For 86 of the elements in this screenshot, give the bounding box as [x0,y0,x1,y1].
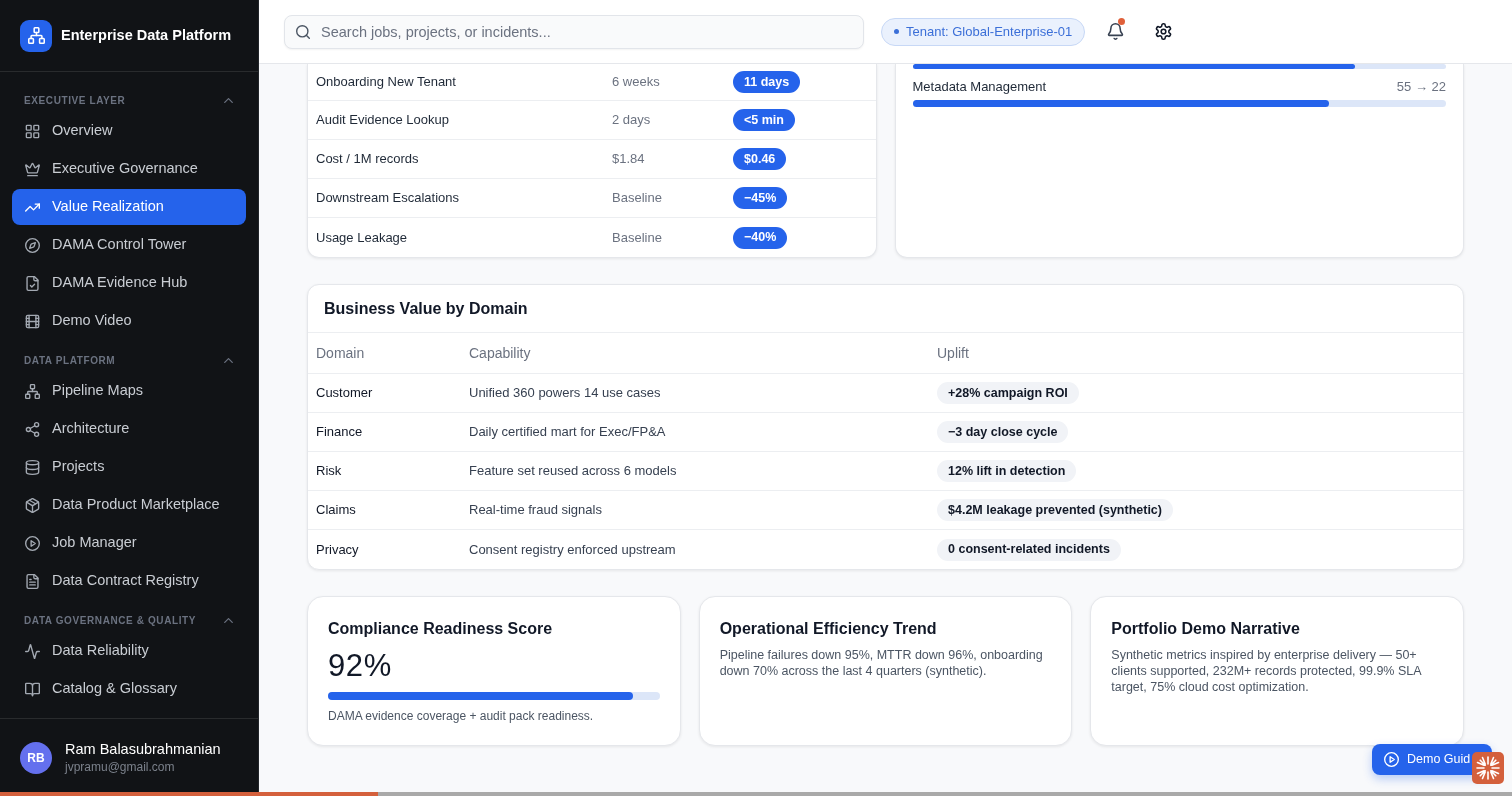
progress-track[interactable] [0,792,1512,796]
column-header: Capability [469,343,531,363]
film-icon [25,313,40,329]
book-icon [25,681,40,697]
sidebar-item[interactable]: Job Manager [12,525,246,561]
settings-icon [1154,23,1172,40]
table-cell-text: Baseline [612,228,662,247]
user-email: jvpramu@gmail.com [65,759,175,775]
table-cell-text: Customer [316,384,373,403]
card-title: Operational Efficiency Trend [719,619,938,639]
uplift-badge: +28% campaign ROI [937,382,1079,404]
tenant-selector-button[interactable]: Tenant: Global-Enterprise-01 [881,17,1086,46]
sidebar-item[interactable]: Pipeline Maps [12,373,246,409]
table-cell-text: 2 days [612,111,651,130]
table-cell-text: Downstream Escalations [316,189,460,208]
card-title: Business Value by Domain [324,298,528,319]
sidebar-item[interactable]: Catalog & Glossary [12,671,246,707]
column-header: Uplift [937,343,969,363]
table-cell-text: Feature set reused across 6 models [469,462,677,481]
sidebar-item[interactable]: Value Realization [12,189,246,225]
card-caption: DAMA evidence coverage + audit pack readiness. [328,708,595,724]
sidebar-item[interactable]: Data Reliability [12,633,246,669]
table-cell-text: Risk [316,462,342,481]
avatar: RB [20,741,52,774]
share-icon [25,421,40,437]
table-cell-text: Audit Evidence Lookup [316,111,449,130]
table-cell-text: Consent registry enforced upstream [469,540,676,559]
section-toggle[interactable]: EXECUTIVE LAYER [12,90,246,111]
section-toggle[interactable]: DATA GOVERNANCE & QUALITY [12,610,246,631]
table-cell-text: Cost / 1M records [316,150,419,169]
card-title: Portfolio Demo Narrative [1111,619,1301,639]
database-icon [25,459,40,475]
uplift-badge: −3 day close cycle [937,421,1069,443]
sidebar-item[interactable]: Projects [12,449,246,485]
compass-icon [25,237,40,253]
value-badge: 11 days [733,71,801,93]
table-cell-text: Unified 360 powers 14 use cases [469,384,661,403]
card-description: Pipeline failures down 95%, MTTR down 96%, onboarding down 70% across the last 4 quarters (synthetic). [719,647,1044,679]
bell-icon [1106,23,1124,40]
play-circle-icon [25,535,40,551]
table-cell-text: Daily certified mart for Exec/FP&A [469,423,666,442]
uplift-badge: 12% lift in detection [937,460,1077,482]
starburst-icon[interactable] [1472,752,1504,784]
uplift-badge: $4.2M leakage prevented (synthetic) [937,499,1173,521]
box-icon [25,497,40,513]
progress-label: Metadata Management [912,78,1047,97]
column-header: Domain [316,343,365,363]
card-description: Synthetic metrics inspired by enterprise delivery — 50+ clients supported, 232M+ records protected, 99.9% SLA target, 75% cloud cost optimization. [1111,647,1423,695]
table-cell-text: Finance [316,423,363,442]
sidebar-item[interactable]: Data Product Marketplace [12,487,246,523]
value-badge: −45% [733,187,788,209]
table-cell-text: Baseline [612,189,662,208]
value-badge: $0.46 [733,148,787,170]
progress-reading: 55 → 22 [1396,78,1446,97]
table-cell-text: Onboarding New Tenant [316,73,456,92]
sidebar-item[interactable]: DAMA Control Tower [12,227,246,263]
crown-icon [25,161,40,177]
uplift-badge: 0 consent-related incidents [937,538,1121,561]
sidebar-item[interactable]: Demo Video [12,303,246,339]
search-field[interactable]: Search jobs, projects, or incidents... [284,14,864,49]
network-icon [25,383,40,399]
pulse-icon [25,643,40,659]
file-check-icon [25,275,40,291]
section-toggle[interactable]: DATA PLATFORM [12,350,246,371]
document-icon [25,573,40,589]
table-cell-text: Usage Leakage [316,228,408,247]
score-value: 92% [328,648,393,684]
sidebar-item[interactable]: Architecture [12,411,246,447]
sidebar-item[interactable]: DAMA Evidence Hub [12,265,246,301]
table-cell-text: Claims [316,501,356,520]
table-cell-text: $1.84 [612,150,645,169]
app-title: Enterprise Data Platform [61,25,232,45]
sidebar-item[interactable]: Data Contract Registry [12,563,246,599]
card-title: Compliance Readiness Score [328,619,554,639]
play-circle-icon [1384,752,1399,767]
search-icon [296,24,310,39]
value-badge: −40% [733,226,788,249]
table-cell-text: Privacy [316,540,359,559]
sidebar-item[interactable]: Overview [12,113,246,149]
logo-icon [20,19,52,52]
user-name: Ram Balasubrahmanian [65,740,221,759]
table-cell-text: Real-time fraud signals [469,501,602,520]
grid-icon [25,123,40,139]
sidebar-item[interactable]: Executive Governance [12,151,246,187]
table-cell-text: 6 weeks [612,73,660,92]
value-badge: <5 min [733,109,795,131]
